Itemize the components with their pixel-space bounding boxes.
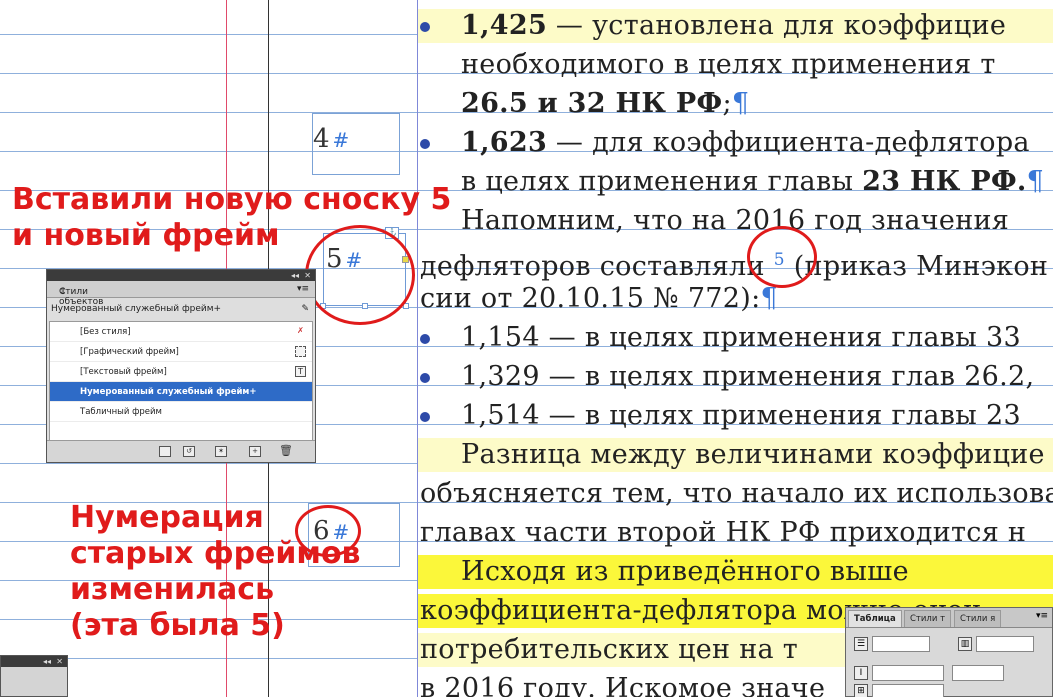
list-bullet <box>420 412 430 422</box>
object-styles-panel[interactable]: ◂◂ ✕ ⇕ Стили объектов ▾≡ Нумерованный сл… <box>46 269 316 463</box>
panel-titlebar[interactable]: ◂◂ ✕ <box>47 270 315 281</box>
columns-field[interactable] <box>976 636 1034 652</box>
text-line: 1,623 — для коэффициента-дефлятора <box>418 126 1030 160</box>
style-item-table-frame[interactable]: Табличный фрейм <box>50 402 312 422</box>
tab-cell-styles[interactable]: Стили я <box>954 610 1002 627</box>
style-item-graphic-frame[interactable]: [Графический фрейм] <box>50 342 312 362</box>
row-height-field[interactable] <box>952 665 1004 681</box>
row-height-icon: I <box>854 666 868 680</box>
panel-tab[interactable]: ⇕ Стили объектов ▾≡ <box>47 281 315 307</box>
text-line: в 2016 году. Искомое значе <box>420 673 826 697</box>
text-line: сии от 20.10.15 № 772):¶ <box>420 283 778 314</box>
annotation-new-footnote: Вставили новую сноску 5 и новый фрейм <box>12 182 452 253</box>
rows-icon: ☰ <box>854 637 868 651</box>
text-line: Разница между величинами коэффицие <box>418 438 1053 472</box>
text-frame-icon: T <box>295 366 306 377</box>
style-item-text-frame[interactable]: [Текстовый фрейм] T <box>50 362 312 382</box>
list-bullet <box>420 334 430 344</box>
text-line: в целях применения главы 23 НК РФ.¶ <box>461 166 1045 197</box>
panel-menu-icon[interactable]: ▾≡ <box>1036 611 1048 621</box>
close-icon[interactable]: ✕ <box>56 656 63 667</box>
table-panel-tabs: Таблица Стили т Стили я ▾≡ <box>846 608 1052 628</box>
trash-icon[interactable]: 🗑 <box>279 445 293 457</box>
list-bullet <box>420 373 430 383</box>
collapse-icon[interactable]: ◂◂ <box>291 270 299 281</box>
annotation-renumbering: Нумерация старых фреймов изменилась (эта… <box>70 500 361 643</box>
column-width-icon: ⊞ <box>854 684 868 697</box>
text-line: необходимого в целях применения т <box>461 49 996 80</box>
graphic-frame-icon <box>295 346 306 357</box>
no-style-icon: ✗ <box>297 326 304 335</box>
tab-table[interactable]: Таблица <box>848 610 902 627</box>
pencil-icon[interactable]: ✎ <box>301 300 309 318</box>
collapse-icon[interactable]: ◂◂ <box>43 656 51 667</box>
text-line: Напомним, что на 2016 год значения <box>461 205 1010 236</box>
collapsed-panel[interactable]: ◂◂ ✕ <box>0 655 68 697</box>
rows-field[interactable] <box>872 636 930 652</box>
text-line: объясняется тем, что начало их использов… <box>420 478 1053 509</box>
text-line: 1,425 — установлена для коэффицие <box>418 9 1053 43</box>
close-icon[interactable]: ✕ <box>304 270 311 281</box>
panel-toolbar: ↺ ✶ + 🗑 <box>47 440 315 462</box>
text-line: 1,154 — в целях применения главы 33 <box>418 321 1021 355</box>
new-style-icon[interactable]: + <box>249 446 261 457</box>
text-line: 26.5 и 32 НК РФ;¶ <box>461 88 750 119</box>
text-line: 1,329 — в целях применения глав 26.2, <box>418 360 1034 394</box>
clear-overrides-icon[interactable]: ↺ <box>183 446 195 457</box>
style-item-numbered-frame[interactable]: Нумерованный служебный фрейм+ <box>50 382 312 402</box>
text-line: Исходя из приведённого выше <box>418 555 1053 589</box>
column-width-field[interactable] <box>872 684 944 697</box>
list-bullet <box>420 22 430 32</box>
columns-icon: ▥ <box>958 637 972 651</box>
style-list[interactable]: [Без стиля] ✗ [Графический фрейм] [Текст… <box>49 321 313 441</box>
current-style: Нумерованный служебный фрейм+ ✎ <box>51 300 313 318</box>
frame-number: 4 <box>313 124 330 154</box>
folder-icon[interactable] <box>159 446 171 457</box>
list-bullet <box>420 139 430 149</box>
highlight-circle-footnote-marker <box>747 226 817 288</box>
text-line: дефляторов составляли 5 (приказ Минэкон <box>420 250 1049 282</box>
row-height-select[interactable] <box>872 665 944 681</box>
panel-menu-icon[interactable]: ▾≡ <box>297 284 309 294</box>
tab-table-styles[interactable]: Стили т <box>904 610 952 627</box>
text-line: главах части второй НК РФ приходится н <box>420 517 1027 548</box>
clear-attributes-icon[interactable]: ✶ <box>215 446 227 457</box>
style-item-no-style[interactable]: [Без стиля] ✗ <box>50 322 312 342</box>
table-panel[interactable]: Таблица Стили т Стили я ▾≡ ☰ ▥ I ⊞ <box>845 607 1053 697</box>
footnote-frame-4[interactable]: 4 # <box>312 113 400 175</box>
text-line: 1,514 — в целях применения главы 23 <box>418 399 1021 433</box>
